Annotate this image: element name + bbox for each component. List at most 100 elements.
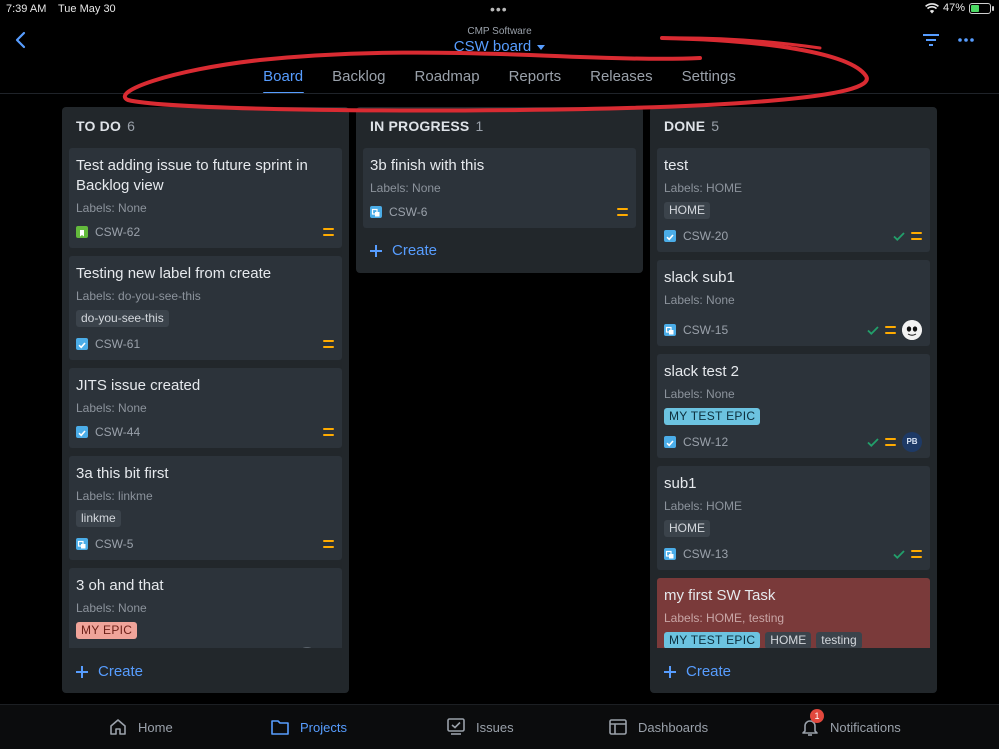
assignee-avatar[interactable]: PB xyxy=(902,432,922,452)
card-title: test xyxy=(664,157,689,174)
create-issue-button[interactable]: Create xyxy=(76,663,143,680)
tab-roadmap[interactable]: Roadmap xyxy=(400,68,494,94)
nav-label: Projects xyxy=(300,719,347,735)
issue-key: CSW-12 xyxy=(683,435,729,449)
priority-medium-icon xyxy=(617,208,628,216)
nav-label: Notifications xyxy=(830,719,901,735)
card-title: Test adding issue to future sprint in Ba… xyxy=(76,157,308,194)
card-title: 3b finish with this xyxy=(370,157,485,174)
home-icon xyxy=(110,719,126,735)
priority-medium-icon xyxy=(911,550,922,558)
epic-tag: MY TEST EPIC xyxy=(664,408,761,425)
status-time: 7:39 AM xyxy=(6,3,47,15)
tab-reports[interactable]: Reports xyxy=(494,68,576,94)
tab-settings[interactable]: Settings xyxy=(667,68,750,94)
bottom-navigation: Home Projects Issues Dashboards 1 Notifi… xyxy=(0,704,999,749)
issue-card[interactable]: slack test 2 Labels: None MY TEST EPIC C… xyxy=(657,354,930,458)
nav-label: Dashboards xyxy=(638,719,709,735)
task-icon xyxy=(664,230,676,242)
issue-card-flagged[interactable]: my first SW Task Labels: HOME, testing M… xyxy=(657,578,930,648)
issue-card[interactable]: 3b finish with this Labels: None CSW-6 xyxy=(363,148,636,228)
issue-card[interactable]: slack sub1 Labels: None CSW-15 xyxy=(657,260,930,346)
card-labels: Labels: None xyxy=(76,401,147,415)
issues-icon xyxy=(447,718,465,735)
priority-medium-icon xyxy=(885,438,896,446)
nav-notifications[interactable]: 1 Notifications xyxy=(800,709,901,737)
board-tabs: Board Backlog Roadmap Reports Releases S… xyxy=(0,68,999,94)
label-tag: HOME xyxy=(765,632,812,648)
label-tag: HOME xyxy=(664,520,710,537)
more-options-icon[interactable] xyxy=(957,36,975,44)
filter-icon[interactable] xyxy=(922,32,940,48)
dashboard-icon xyxy=(609,719,627,735)
multitasking-dots-icon[interactable]: ••• xyxy=(490,1,508,17)
plus-icon xyxy=(664,665,676,678)
status-bar: 7:39 AM Tue May 30 ••• 47% xyxy=(0,0,999,18)
issue-card[interactable]: Test adding issue to future sprint in Ba… xyxy=(69,148,342,248)
create-issue-button[interactable]: Create xyxy=(664,663,731,680)
card-title: JITS issue created xyxy=(76,377,201,394)
card-labels: Labels: HOME, testing xyxy=(664,611,785,625)
nav-issues[interactable]: Issues xyxy=(446,717,514,737)
column-in-progress: IN PROGRESS 1 3b finish with this Labels:… xyxy=(356,107,643,273)
nav-projects[interactable]: Projects xyxy=(270,717,347,737)
label-tag: do-you-see-this xyxy=(76,310,169,327)
board-title: CSW board xyxy=(453,38,532,55)
card-title: slack sub1 xyxy=(664,269,735,286)
issue-card[interactable]: 3a this bit first Labels: linkme linkme … xyxy=(69,456,342,560)
create-label: Create xyxy=(686,663,732,680)
card-labels: Labels: None xyxy=(664,387,735,401)
priority-medium-icon xyxy=(323,340,334,348)
folder-icon xyxy=(271,720,289,735)
checkmark-icon xyxy=(867,437,879,447)
card-labels: Labels: linkme xyxy=(76,489,153,503)
plus-icon xyxy=(76,665,88,678)
card-title: 3 oh and that xyxy=(76,577,164,594)
priority-medium-icon xyxy=(323,428,334,436)
create-issue-button[interactable]: Create xyxy=(370,242,437,259)
plus-icon xyxy=(370,244,382,257)
issue-card[interactable]: sub1 Labels: HOME HOME CSW-13 xyxy=(657,466,930,570)
issue-key: CSW-15 xyxy=(683,323,729,337)
tab-backlog[interactable]: Backlog xyxy=(318,68,400,94)
tab-board[interactable]: Board xyxy=(249,68,318,94)
column-header: IN PROGRESS 1 xyxy=(370,118,483,134)
column-count: 6 xyxy=(127,118,136,134)
column-todo: TO DO 6 Test adding issue to future sprin… xyxy=(62,107,349,693)
issue-key: CSW-61 xyxy=(95,337,141,351)
priority-medium-icon xyxy=(911,232,922,240)
assignee-avatar[interactable] xyxy=(902,320,922,340)
nav-home[interactable]: Home xyxy=(108,717,173,737)
nav-dashboards[interactable]: Dashboards xyxy=(608,717,708,737)
card-labels: Labels: None xyxy=(76,601,147,615)
issue-key: CSW-62 xyxy=(95,225,141,239)
task-icon xyxy=(76,426,88,438)
issue-card[interactable]: 3 oh and that Labels: None MY EPIC CSW-4… xyxy=(69,568,342,648)
wifi-icon xyxy=(925,2,939,13)
create-label: Create xyxy=(98,663,144,680)
checkmark-icon xyxy=(867,325,879,335)
create-label: Create xyxy=(392,242,438,259)
column-title: DONE xyxy=(664,118,706,134)
nav-label: Home xyxy=(138,719,173,735)
card-labels: Labels: HOME xyxy=(664,181,743,195)
card-labels: Labels: None xyxy=(76,201,147,215)
column-header: TO DO 6 xyxy=(76,118,135,134)
card-labels: Labels: HOME xyxy=(664,499,743,513)
epic-tag: MY TEST EPIC xyxy=(664,632,761,648)
issue-card[interactable]: Testing new label from create Labels: do… xyxy=(69,256,342,360)
label-tag: testing xyxy=(816,632,862,648)
subtask-icon xyxy=(664,548,676,560)
issue-card[interactable]: test Labels: HOME HOME CSW-20 xyxy=(657,148,930,252)
column-title: TO DO xyxy=(76,118,122,134)
card-labels: Labels: None xyxy=(664,293,735,307)
battery-percent: 47% xyxy=(942,2,965,14)
board-switcher[interactable]: CSW board xyxy=(0,38,999,55)
card-title: Testing new label from create xyxy=(76,265,272,282)
tab-releases[interactable]: Releases xyxy=(576,68,668,94)
issue-card[interactable]: JITS issue created Labels: None CSW-44 xyxy=(69,368,342,448)
card-title: 3a this bit first xyxy=(76,465,169,482)
subtask-count-badge: 5 xyxy=(298,647,316,648)
battery-icon xyxy=(969,2,994,14)
card-title: slack test 2 xyxy=(664,363,740,380)
